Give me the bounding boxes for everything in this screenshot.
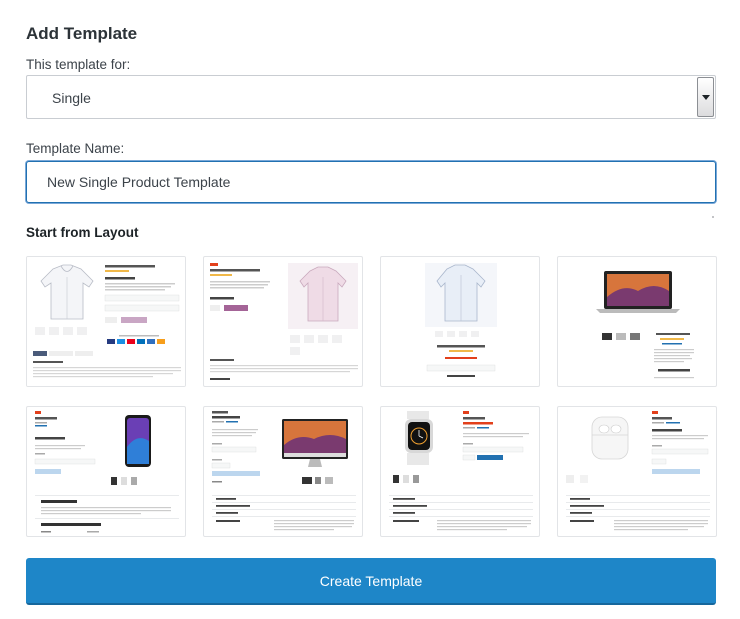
create-template-button[interactable]: Create Template	[26, 558, 716, 605]
layout-card-iphone[interactable]	[26, 406, 186, 537]
separator-dot	[712, 216, 714, 218]
layout-card-macbook[interactable]	[557, 256, 717, 387]
template-for-value: Single	[52, 90, 91, 106]
layout-card-hoodie-pink[interactable]	[203, 256, 363, 387]
layout-card-hoodie-detailed[interactable]	[26, 256, 186, 387]
template-name-label: Template Name:	[26, 141, 125, 156]
layout-card-apple-watch[interactable]	[380, 406, 540, 537]
layout-card-hoodie-centered[interactable]	[380, 256, 540, 387]
template-for-select[interactable]: Single	[26, 75, 716, 119]
template-name-input[interactable]	[26, 161, 716, 203]
select-arrow-icon[interactable]	[697, 77, 714, 117]
layout-card-airpods[interactable]	[557, 406, 717, 537]
template-for-label: This template for:	[26, 57, 131, 72]
layout-card-imac[interactable]	[203, 406, 363, 537]
layout-section-label: Start from Layout	[26, 225, 139, 240]
page-title: Add Template	[26, 24, 138, 43]
